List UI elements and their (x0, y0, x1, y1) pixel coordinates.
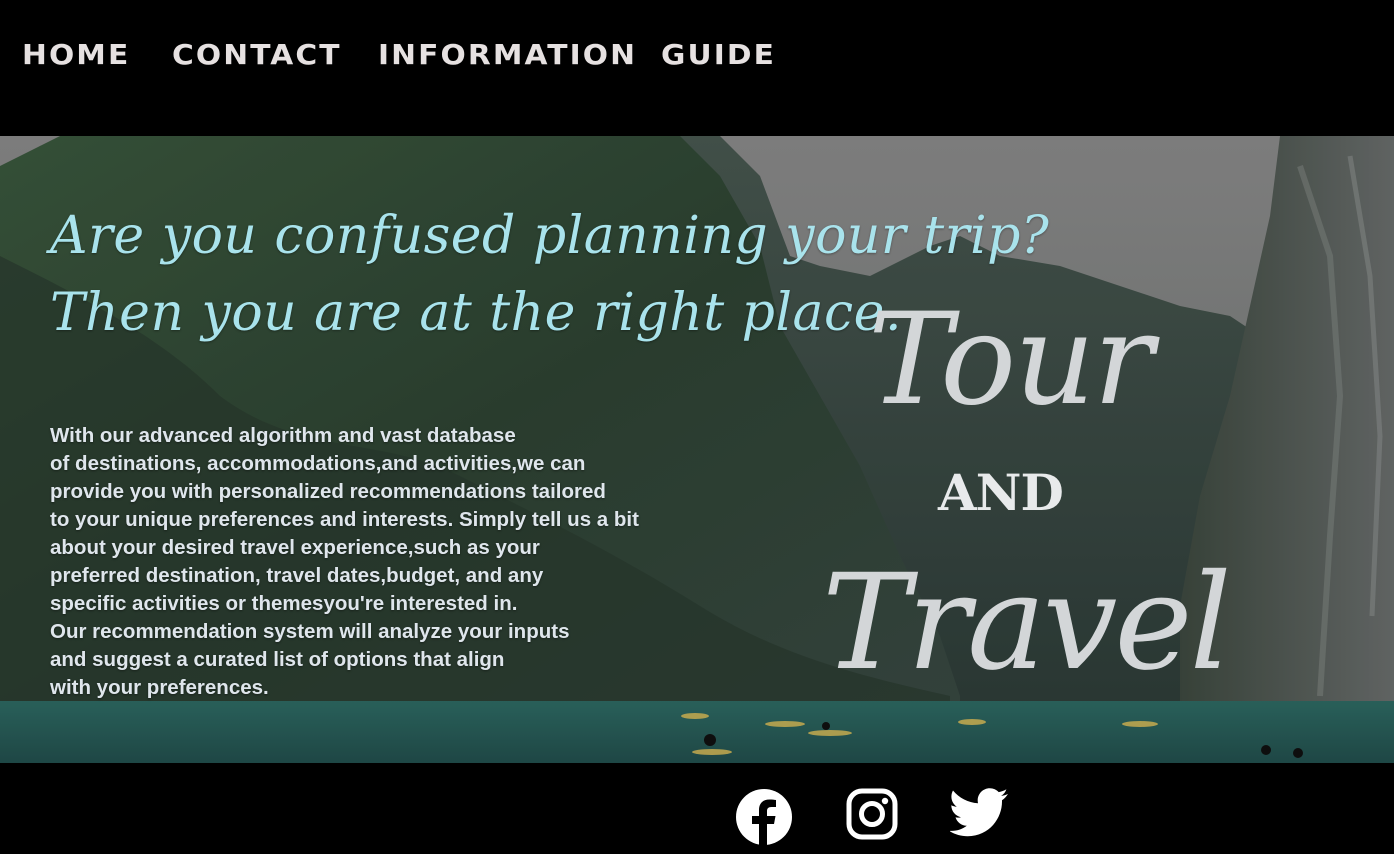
description-line: provide you with personalized recommenda… (50, 480, 606, 503)
description-line: With our advanced algorithm and vast dat… (50, 424, 516, 447)
instagram-icon[interactable] (846, 788, 898, 840)
description-line: Our recommendation system will analyze y… (50, 620, 570, 643)
twitter-icon[interactable] (950, 788, 1010, 840)
description-line: to your unique preferences and interests… (50, 508, 639, 531)
description-line: and suggest a curated list of options th… (50, 648, 505, 671)
description-line: of destinations, accommodations,and acti… (50, 452, 586, 475)
brand-word-and: AND (938, 463, 1064, 522)
nav-contact[interactable]: CONTACT (172, 38, 342, 71)
footer (0, 763, 1394, 854)
hero-banner: Are you confused planning your trip? The… (0, 136, 1394, 763)
description-line: about your desired travel experience,suc… (50, 536, 540, 559)
hero-description: With our advanced algorithm and vast dat… (50, 422, 770, 702)
nav-home[interactable]: HOME (22, 38, 130, 71)
hero-tagline-line-1: Are you confused planning your trip? (50, 206, 1050, 266)
brand-word-travel: Travel (822, 546, 1232, 700)
description-line: preferred destination, travel dates,budg… (50, 564, 544, 587)
nav-information[interactable]: INFORMATION (378, 38, 637, 71)
hero-tagline-line-2: Then you are at the right place. (50, 283, 902, 343)
nav-guide[interactable]: GUIDE (661, 38, 776, 71)
description-line: specific activities or themesyou're inte… (50, 592, 518, 615)
brand-word-tour: Tour (868, 286, 1153, 433)
facebook-icon[interactable] (735, 788, 793, 846)
description-line: with your preferences. (50, 676, 269, 699)
top-navigation: HOME CONTACT INFORMATION GUIDE (0, 0, 1394, 136)
